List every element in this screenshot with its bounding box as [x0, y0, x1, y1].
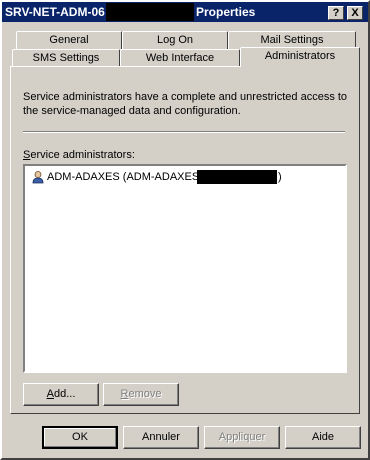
- redacted-block: [106, 3, 194, 21]
- tab-log-on[interactable]: Log On: [122, 31, 228, 49]
- help-button[interactable]: Aide: [285, 426, 361, 449]
- tab-sms-settings[interactable]: SMS Settings: [12, 49, 120, 67]
- user-icon: [31, 170, 45, 184]
- service-administrators-label: Service administrators:: [23, 149, 135, 161]
- tab-general[interactable]: General: [16, 31, 122, 49]
- help-caption-button[interactable]: ?: [328, 6, 344, 20]
- close-caption-button[interactable]: X: [347, 6, 363, 20]
- administrators-panel: Service administrators have a complete a…: [10, 66, 360, 414]
- administrator-name: ADM-ADAXES (ADM-ADAXES@: [47, 171, 211, 183]
- title-bar[interactable]: SRV-NET-ADM-06 Properties ? X: [2, 2, 368, 22]
- tab-administrators[interactable]: Administrators: [240, 47, 360, 67]
- tab-web-interface[interactable]: Web Interface: [120, 49, 240, 67]
- apply-button[interactable]: Appliquer: [204, 426, 280, 449]
- window-title-properties: Properties: [196, 5, 256, 19]
- ok-button[interactable]: OK: [42, 426, 118, 449]
- window-title-server: SRV-NET-ADM-06: [5, 5, 105, 19]
- remove-button[interactable]: Remove: [103, 383, 179, 406]
- separator: [23, 131, 345, 133]
- redacted-domain: [197, 170, 277, 184]
- administrators-listbox[interactable]: ADM-ADAXES (ADM-ADAXES@ ): [23, 164, 347, 373]
- cancel-button[interactable]: Annuler: [123, 426, 199, 449]
- add-button[interactable]: Add...: [23, 383, 99, 406]
- description-text: Service administrators have a complete a…: [23, 91, 348, 117]
- administrator-name-suffix: ): [278, 171, 282, 183]
